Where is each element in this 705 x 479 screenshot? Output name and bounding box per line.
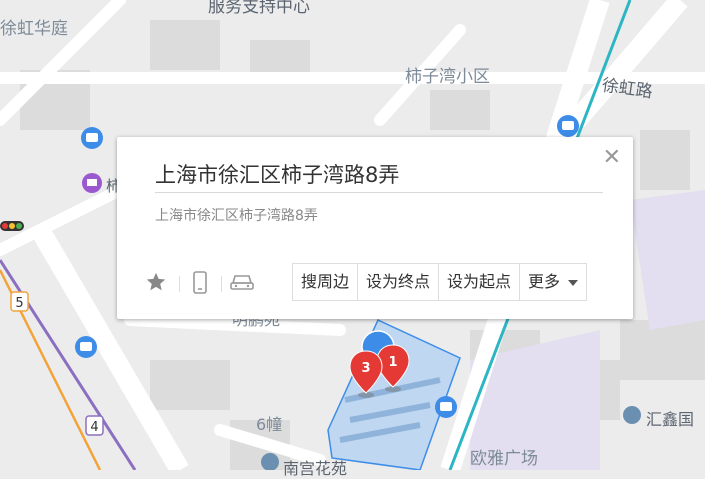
popup-title: 上海市徐汇区柿子湾路8弄	[155, 163, 400, 187]
poi-icon[interactable]	[623, 406, 641, 424]
search-nearby-button[interactable]: 搜周边	[293, 264, 359, 300]
route-5-badge: 5	[10, 291, 29, 312]
more-dropdown-button[interactable]: 更多	[520, 264, 586, 300]
route-4-badge: 4	[85, 415, 104, 436]
svg-text:4: 4	[90, 420, 98, 435]
location-info-popup: 上海市徐汇区柿子湾路8弄 ✕ 上海市徐汇区柿子湾路8弄 搜周边 设为终点 设为起…	[117, 137, 633, 319]
map-label-huixin: 汇鑫国	[646, 410, 695, 429]
map-label-service-center: 服务支持中心	[208, 0, 310, 17]
popup-action-bar: 搜周边 设为终点 设为起点 更多	[292, 263, 588, 301]
icon-divider	[179, 276, 180, 292]
map-label-ouya-plaza: 欧雅广场	[470, 449, 538, 469]
traffic-light-icon	[0, 221, 24, 231]
bus-stop-icon[interactable]	[557, 115, 579, 137]
more-label: 更多	[528, 272, 561, 291]
car-icon[interactable]	[229, 271, 255, 297]
bus-stop-icon[interactable]	[435, 396, 457, 418]
popup-divider	[155, 192, 603, 193]
map-label-shizi-wan-community: 柿子湾小区	[405, 67, 490, 87]
bus-stop-icon[interactable]	[75, 336, 97, 358]
set-destination-button[interactable]: 设为终点	[358, 264, 440, 300]
svg-text:5: 5	[15, 296, 23, 311]
map-label-xuhong-garden: 徐虹华庭	[0, 19, 68, 39]
svg-text:3: 3	[361, 361, 370, 376]
close-icon[interactable]: ✕	[603, 147, 621, 169]
set-start-button[interactable]: 设为起点	[439, 264, 521, 300]
phone-icon[interactable]	[189, 271, 211, 299]
bus-stop-icon[interactable]	[81, 127, 103, 149]
hotel-poi-icon[interactable]	[82, 173, 102, 193]
chevron-down-icon	[568, 279, 579, 286]
icon-divider	[221, 276, 222, 292]
map-label-nangong: 南宫花苑	[283, 459, 348, 478]
star-icon[interactable]	[145, 271, 167, 297]
popup-address: 上海市徐汇区柿子湾路8弄	[155, 208, 318, 224]
svg-text:1: 1	[388, 355, 397, 370]
map-label-building-6: 6幢	[256, 415, 283, 434]
